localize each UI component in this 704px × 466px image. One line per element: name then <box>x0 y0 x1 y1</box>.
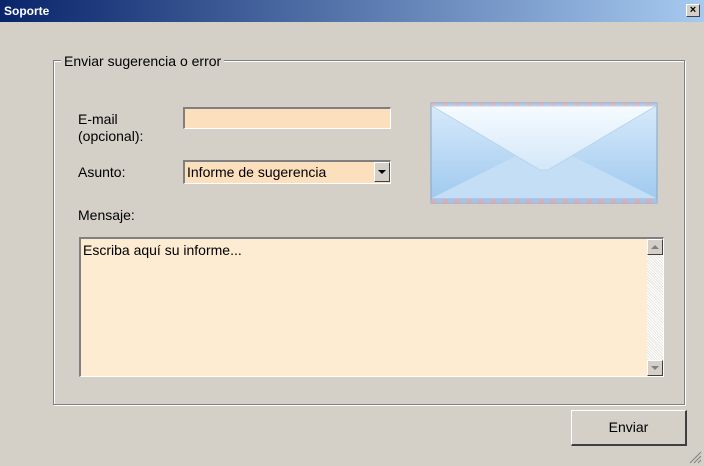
subject-label: Asunto: <box>78 164 126 180</box>
subject-select[interactable]: Informe de sugerencia <box>183 160 391 184</box>
vertical-scrollbar[interactable] <box>647 239 663 376</box>
resize-grip-icon[interactable] <box>689 451 702 464</box>
message-textarea[interactable]: Escriba aquí su informe... <box>79 237 664 377</box>
email-field[interactable] <box>183 107 391 129</box>
scroll-up-icon[interactable] <box>647 239 663 255</box>
chevron-down-icon[interactable] <box>374 162 390 182</box>
close-icon: × <box>689 4 697 16</box>
close-button[interactable]: × <box>686 4 700 17</box>
email-label: E-mail (opcional): <box>78 111 143 145</box>
message-text: Escriba aquí su informe... <box>83 242 242 258</box>
support-window: Soporte × Enviar sugerencia o error E-ma… <box>0 0 704 466</box>
title-bar[interactable]: Soporte × <box>0 0 704 22</box>
email-label-line1: E-mail <box>78 111 118 127</box>
group-title: Enviar sugerencia o error <box>61 53 225 69</box>
email-label-line2: (opcional): <box>78 128 144 144</box>
scroll-down-icon[interactable] <box>647 360 663 376</box>
envelope-icon <box>430 102 658 204</box>
subject-selected-value: Informe de sugerencia <box>187 164 327 180</box>
message-label: Mensaje: <box>78 207 135 223</box>
send-button[interactable]: Enviar <box>571 410 687 446</box>
window-title: Soporte <box>4 4 50 18</box>
